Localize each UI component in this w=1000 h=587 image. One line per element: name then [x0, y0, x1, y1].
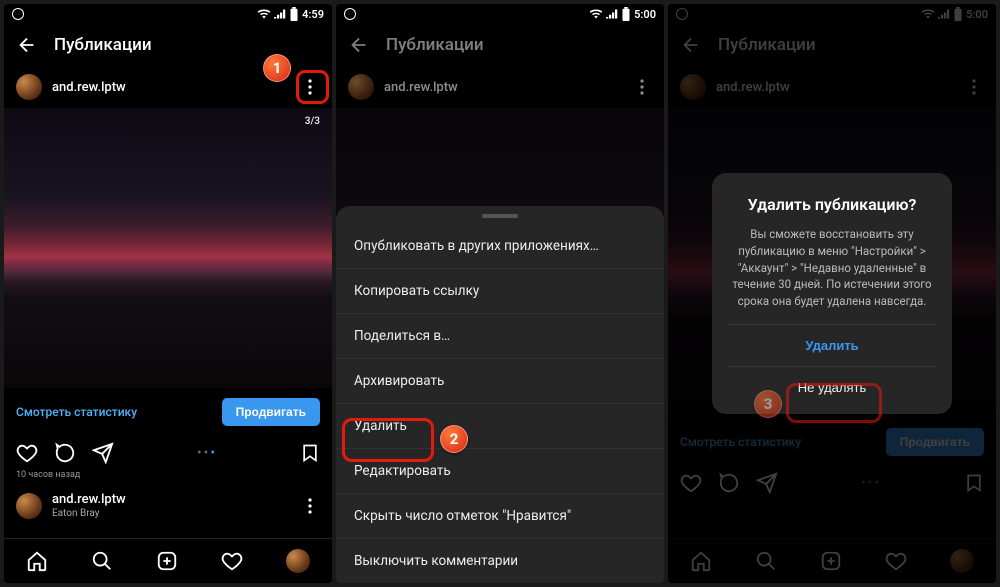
time-ago: 10 часов назад	[4, 470, 332, 484]
avatar	[16, 493, 42, 519]
header: Публикации	[336, 24, 664, 66]
header: Публикации	[4, 24, 332, 66]
action-sheet: Опубликовать в других приложениях… Копир…	[336, 206, 664, 583]
status-time: 4:59	[302, 8, 324, 21]
bookmark-icon[interactable]	[300, 442, 320, 464]
screen-1: 4:59 Публикации and.rew.lptw 3/3 Смотрет…	[4, 4, 332, 583]
signal-icon	[606, 9, 618, 19]
status-bar: 4:59	[4, 4, 332, 24]
dialog-title: Удалить публикацию?	[728, 195, 936, 216]
caption-author-row[interactable]: and.rew.lptw Eaton Bray	[4, 484, 332, 527]
wifi-icon	[257, 9, 271, 19]
screen-3: 5:00 Публикации and.rew.lptw Смотреть ст…	[668, 4, 996, 583]
carousel-counter: 3/3	[305, 116, 320, 127]
username[interactable]: and.rew.lptw	[52, 80, 126, 95]
username: and.rew.lptw	[384, 80, 458, 95]
page-title: Публикации	[386, 35, 484, 55]
status-time: 5:00	[634, 8, 656, 21]
dialog-backdrop[interactable]: Удалить публикацию? Вы сможете восстанов…	[668, 4, 996, 583]
post-more-button	[632, 79, 652, 95]
post-photo[interactable]: 3/3	[4, 108, 332, 388]
promote-button[interactable]: Продвигать	[222, 398, 320, 426]
more-vertical-icon	[308, 79, 312, 95]
bottom-nav	[4, 538, 332, 583]
caption-location: Eaton Bray	[52, 508, 126, 519]
back-icon	[348, 34, 370, 56]
sheet-copy-link[interactable]: Копировать ссылку	[336, 269, 664, 314]
sheet-handle[interactable]	[482, 214, 518, 218]
activity-icon[interactable]	[221, 550, 243, 572]
view-stats-link[interactable]: Смотреть статистику	[16, 405, 137, 419]
shazam-icon	[344, 8, 356, 20]
dialog-body: Вы сможете восстановить эту публикацию в…	[728, 226, 936, 309]
sheet-edit[interactable]: Редактировать	[336, 449, 664, 494]
more-vertical-icon	[640, 79, 644, 95]
like-icon[interactable]	[16, 442, 38, 464]
post-author-row[interactable]: and.rew.lptw	[4, 66, 332, 108]
sheet-disable-comments[interactable]: Выключить комментарии	[336, 539, 664, 583]
sheet-archive[interactable]: Архивировать	[336, 359, 664, 404]
battery-icon	[289, 7, 299, 21]
post-more-button[interactable]	[300, 79, 320, 95]
sheet-delete[interactable]: Удалить	[336, 404, 664, 449]
sheet-share-to[interactable]: Поделиться в…	[336, 314, 664, 359]
home-icon[interactable]	[26, 550, 48, 572]
dialog-cancel-button[interactable]: Не удалять	[728, 366, 936, 408]
caption-username: and.rew.lptw	[52, 492, 126, 507]
page-title: Публикации	[54, 35, 152, 55]
search-icon[interactable]	[91, 550, 113, 572]
post-author-row: and.rew.lptw	[336, 66, 664, 108]
dialog-confirm-button[interactable]: Удалить	[728, 324, 936, 366]
delete-dialog: Удалить публикацию? Вы сможете восстанов…	[712, 173, 952, 413]
sheet-hide-likes[interactable]: Скрыть число отметок "Нравится"	[336, 494, 664, 539]
stats-row: Смотреть статистику Продвигать	[4, 388, 332, 436]
shazam-icon	[12, 8, 24, 20]
status-bar: 5:00	[336, 4, 664, 24]
new-post-icon[interactable]	[156, 550, 178, 572]
back-icon[interactable]	[16, 34, 38, 56]
avatar[interactable]	[16, 74, 42, 100]
signal-icon	[274, 9, 286, 19]
carousel-dots: •••	[130, 445, 284, 461]
caption-more-button[interactable]	[300, 498, 320, 514]
more-vertical-icon	[308, 498, 312, 514]
comment-icon[interactable]	[54, 442, 76, 464]
sheet-share-apps[interactable]: Опубликовать в других приложениях…	[336, 224, 664, 269]
share-icon[interactable]	[92, 442, 114, 464]
battery-icon	[621, 7, 631, 21]
wifi-icon	[589, 9, 603, 19]
profile-nav-avatar[interactable]	[286, 549, 310, 573]
post-actions: •••	[4, 436, 332, 470]
avatar	[348, 74, 374, 100]
screen-2: 5:00 Публикации and.rew.lptw Опубликоват…	[336, 4, 664, 583]
